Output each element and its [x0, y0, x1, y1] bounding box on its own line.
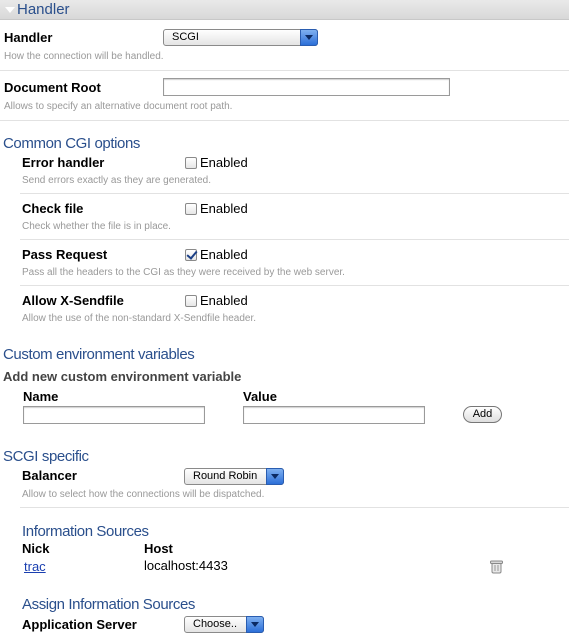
error-handler-label: Error handler	[22, 155, 105, 170]
divider	[20, 507, 569, 508]
error-handler-help: Send errors exactly as they are generate…	[22, 175, 211, 186]
env-name-label: Name	[23, 389, 59, 404]
allow-x-sendfile-checkbox[interactable]	[185, 295, 197, 307]
handler-select[interactable]: SCGI	[163, 29, 318, 46]
cgi-options-title: Common CGI options	[3, 135, 141, 152]
document-root-input[interactable]	[163, 78, 450, 96]
check-file-checkbox[interactable]	[185, 203, 197, 215]
select-arrow-icon	[246, 616, 264, 633]
env-name-input[interactable]	[23, 406, 205, 424]
collapse-triangle-icon[interactable]	[5, 7, 15, 13]
application-server-select-value: Choose..	[193, 618, 238, 630]
checkbox-label[interactable]: Enabled	[200, 293, 248, 308]
section-title: Handler	[17, 1, 70, 18]
source-host: localhost:4433	[144, 558, 228, 573]
checkbox-label[interactable]: Enabled	[200, 247, 248, 262]
check-file-label: Check file	[22, 201, 84, 216]
document-root-help: Allows to specify an alternative documen…	[4, 101, 233, 112]
env-value-label: Value	[243, 389, 277, 404]
env-value-input[interactable]	[243, 406, 425, 424]
assign-sources-title: Assign Information Sources	[22, 596, 196, 613]
scgi-title: SCGI specific	[3, 448, 89, 465]
handler-label: Handler	[4, 30, 53, 45]
balancer-label: Balancer	[22, 468, 77, 483]
balancer-help: Allow to select how the connections will…	[22, 489, 265, 500]
select-arrow-icon	[266, 468, 284, 485]
add-env-heading: Add new custom environment variable	[3, 369, 242, 384]
handler-section-header[interactable]: Handler	[0, 0, 569, 20]
custom-env-title: Custom environment variables	[3, 346, 195, 363]
info-sources-title: Information Sources	[22, 523, 149, 540]
error-handler-checkbox[interactable]	[185, 157, 197, 169]
checkbox-label[interactable]: Enabled	[200, 155, 248, 170]
application-server-label: Application Server	[22, 617, 137, 632]
document-root-label: Document Root	[4, 80, 101, 95]
balancer-select-value: Round Robin	[193, 470, 258, 482]
allow-x-sendfile-help: Allow the use of the non-standard X-Send…	[22, 313, 257, 324]
handler-select-value: SCGI	[172, 31, 199, 43]
checkbox-label[interactable]: Enabled	[200, 201, 248, 216]
divider	[20, 239, 569, 240]
select-arrow-icon	[300, 29, 318, 46]
add-env-button[interactable]: Add	[463, 406, 502, 423]
nick-column-header: Nick	[22, 541, 50, 556]
pass-request-help: Pass all the headers to the CGI as they …	[22, 267, 345, 278]
host-column-header: Host	[144, 541, 173, 556]
application-server-select[interactable]: Choose..	[184, 616, 264, 633]
divider	[20, 193, 569, 194]
check-file-help: Check whether the file is in place.	[22, 221, 171, 232]
handler-help: How the connection will be handled.	[4, 51, 164, 62]
pass-request-label: Pass Request	[22, 247, 108, 262]
table-row: trac	[24, 558, 46, 576]
pass-request-checkbox[interactable]	[185, 249, 197, 261]
allow-x-sendfile-label: Allow X-Sendfile	[22, 293, 124, 308]
source-nick-link[interactable]: trac	[24, 559, 46, 574]
divider	[0, 120, 569, 121]
divider	[0, 70, 569, 71]
balancer-select[interactable]: Round Robin	[184, 468, 284, 485]
delete-icon[interactable]	[489, 559, 505, 574]
divider	[20, 285, 569, 286]
